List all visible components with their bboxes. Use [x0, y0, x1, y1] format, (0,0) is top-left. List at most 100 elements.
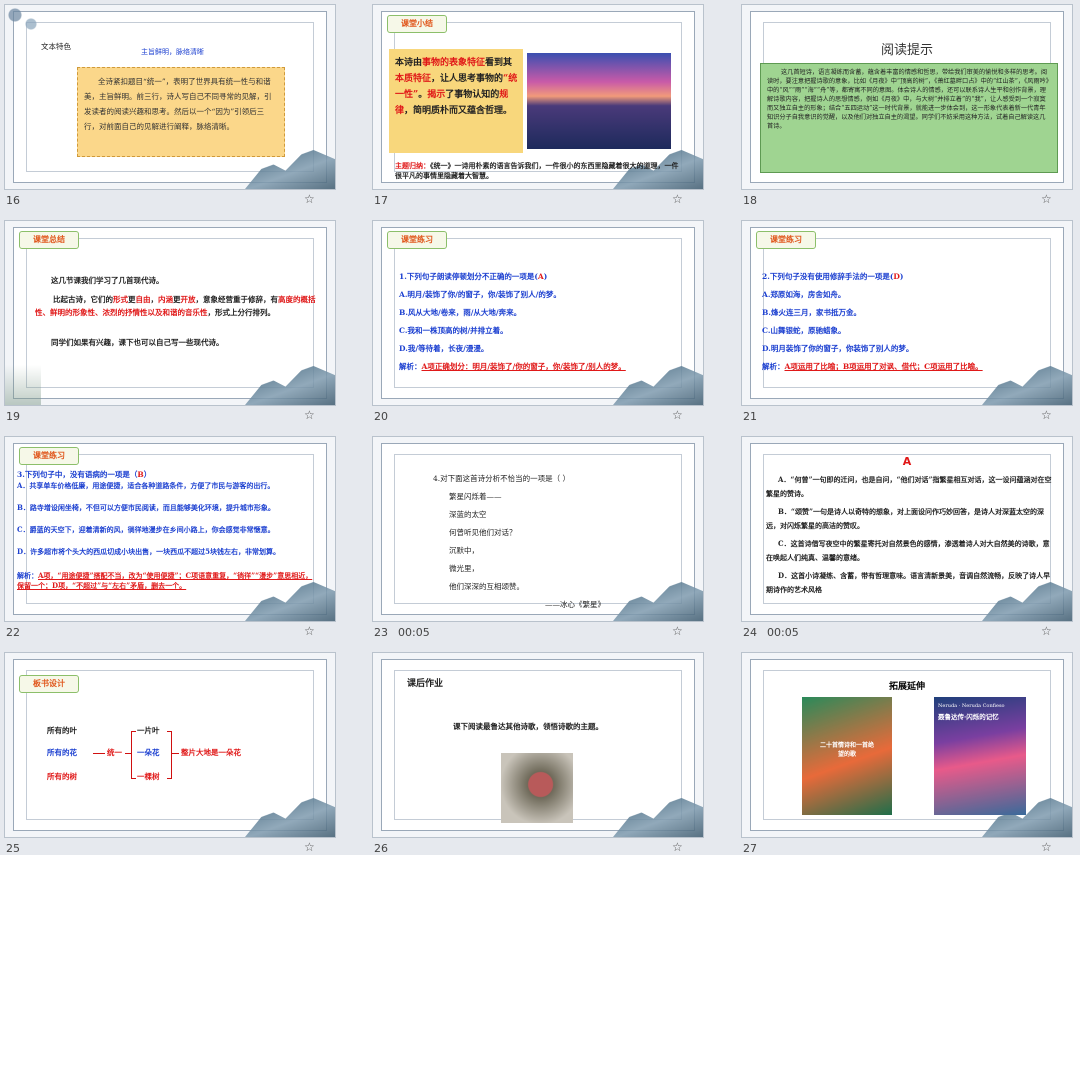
- question: 4.对下面这首诗分析不恰当的一项是（ ）: [433, 474, 571, 483]
- book-cover-2: Neruda · Neruda Confieso 聂鲁达传·闪烁的记忆: [934, 697, 1026, 815]
- slide-cell-16: 文本特色 主旨鲜明，脉络清晰 全诗紧扣题目“统一”，表明了世界具有统一性与和谐美…: [0, 0, 336, 210]
- board-right-item: 一片叶: [137, 726, 160, 735]
- text-part: ，形式上分行排列。: [207, 308, 276, 317]
- star-icon[interactable]: ☆: [1041, 408, 1052, 422]
- slide-number: 20: [374, 410, 388, 423]
- slide-thumbnail-16[interactable]: 文本特色 主旨鲜明，脉络清晰 全诗紧扣题目“统一”，表明了世界具有统一性与和谐美…: [4, 4, 336, 190]
- slide-thumbnail-19[interactable]: 课堂总结 这几节课我们学习了几首现代诗。 比起古诗，它们的形式更自由，内涵更开放…: [4, 220, 336, 406]
- star-icon[interactable]: ☆: [672, 624, 683, 638]
- poem-line: 他们深深的互相颂赞。: [449, 582, 524, 591]
- text-part: ，意象经营重于修辞，有: [195, 295, 279, 304]
- slide-thumbnail-27[interactable]: 拓展延伸 二十首情诗和一首绝望的歌 Neruda · Neruda Confie…: [741, 652, 1073, 838]
- bracket: [131, 731, 136, 779]
- star-icon[interactable]: ☆: [304, 840, 315, 854]
- option: B．路寺增设闲坐椅，不但可以方便市民阅读，而且能够美化环境，提升城市形象。: [17, 503, 275, 512]
- poem-line: 沉默中，: [449, 546, 479, 555]
- bracket: [167, 731, 172, 779]
- poem-author: ——冰心《繁星》: [545, 600, 605, 609]
- slide-cell-20: 课堂练习 1.下列句子朗读停顿划分不正确的一项是(A) A.明月/装饰了你/的窗…: [368, 216, 704, 426]
- summary-part: 了事物认知的: [445, 90, 500, 100]
- slide-thumbnail-24[interactable]: A A．“何曾”一句即的迁问，也是自问，“他们对话”指繁星相互对话，这一设问蕴涵…: [741, 436, 1073, 622]
- theme-body: 《统一》一诗用朴素的语言告诉我们，一件很小的东西里隐藏着很大的道理，一件很平凡的…: [395, 161, 679, 180]
- slide-subtitle: 主旨鲜明，脉络清晰: [141, 48, 204, 56]
- summary-highlight: 本质特征: [395, 74, 432, 84]
- book-title: 二十首情诗和一首绝望的歌: [820, 742, 875, 758]
- question-text: 3.下列句子中，没有语病的一项是（: [17, 470, 138, 479]
- analysis-text: A项正确划分：明月/装饰了/你的窗子，你/装饰了/别人的梦。: [421, 362, 626, 371]
- answer: A: [902, 455, 912, 468]
- slide-number: 19: [6, 410, 20, 423]
- question-text: 1.下列句子朗读停顿划分不正确的一项是(: [399, 272, 538, 281]
- slide-number: 17: [374, 194, 388, 207]
- section-tag: 课堂小结: [387, 15, 447, 33]
- star-icon[interactable]: ☆: [1041, 624, 1052, 638]
- slide-number: 24: [743, 626, 757, 639]
- text-part: 更: [173, 295, 181, 304]
- option: D.明月装饰了你的窗子，你装饰了别人的梦。: [762, 344, 914, 353]
- slide-title: 课后作业: [407, 679, 444, 689]
- star-icon[interactable]: ☆: [304, 408, 315, 422]
- slide-frame: [381, 443, 695, 615]
- homework-text: 课下阅读最鲁达其他诗歌，领悟诗歌的主题。: [453, 722, 603, 731]
- slide-thumbnail-20[interactable]: 课堂练习 1.下列句子朗读停顿划分不正确的一项是(A) A.明月/装饰了你/的窗…: [372, 220, 704, 406]
- analysis: 解析：A项正确划分：明月/装饰了/你的窗子，你/装饰了/别人的梦。: [399, 361, 626, 372]
- slide-number: 25: [6, 842, 20, 855]
- analysis: 解析：A项运用了比喻；B项运用了对讽、借代；C项运用了比喻。: [762, 361, 983, 372]
- question-end: ): [543, 272, 548, 281]
- book-author: Neruda · Neruda Confieso: [938, 703, 1005, 709]
- bamboo-decoration: [5, 365, 41, 405]
- slide-cell-17: 课堂小结 本诗由事物的表象特征看到其本质特征，让人思考事物的“统一性”。揭示了事…: [368, 0, 704, 210]
- star-icon[interactable]: ☆: [672, 840, 683, 854]
- section-tag: 课堂练习: [19, 447, 79, 465]
- connector-line: [93, 753, 105, 754]
- board-right-item: 一棵树: [137, 772, 160, 781]
- slide-number: 26: [374, 842, 388, 855]
- book-title: 聂鲁达传·闪烁的记忆: [938, 713, 999, 721]
- slide-thumbnail-18[interactable]: 阅读提示 这几首短诗，语言凝练而含蓄，蕴含着丰富的情感和哲思，带给我们审美的愉悦…: [741, 4, 1073, 190]
- star-icon[interactable]: ☆: [304, 624, 315, 638]
- board-left-item: 所有的花: [47, 748, 77, 757]
- text-highlight: 形式: [113, 295, 128, 304]
- paragraph: 同学们如果有兴趣，课下也可以自己写一些现代诗。: [51, 338, 224, 347]
- star-icon[interactable]: ☆: [1041, 840, 1052, 854]
- paragraph: 这几节课我们学习了几首现代诗。: [51, 276, 164, 285]
- poem-line: 深蓝的太空: [449, 510, 487, 519]
- star-icon[interactable]: ☆: [672, 408, 683, 422]
- text-highlight: 开放: [180, 295, 196, 304]
- board-left-item: 所有的叶: [47, 726, 77, 735]
- slide-thumbnail-25[interactable]: 板书设计 所有的叶 所有的花 所有的树 统一 一片叶 一朵花 一棵树 整片大地是…: [4, 652, 336, 838]
- slide-thumbnail-23[interactable]: 4.对下面这首诗分析不恰当的一项是（ ） 繁星闪烁着—— 深蓝的太空 何曾听见他…: [372, 436, 704, 622]
- analysis-label: 解析：: [762, 362, 785, 371]
- analysis-text: A项，“用途便捷”搭配不当，改为“使用便捷”；C项语意重复，“徜徉”“漫步”意思…: [17, 571, 313, 590]
- slide-thumbnail-21[interactable]: 课堂练习 2.下列句子没有使用修辞手法的一项是(D) A.郑原如海，房舍如舟。 …: [741, 220, 1073, 406]
- option: D.我/等待着，长夜/漫漫。: [399, 344, 489, 353]
- tips-text: 这几首短诗，语言凝练而含蓄，蕴含着丰富的情感和哲思，带给我们审美的愉悦和多样的思…: [767, 69, 1049, 130]
- slide-cell-27: 拓展延伸 二十首情诗和一首绝望的歌 Neruda · Neruda Confie…: [737, 648, 1073, 858]
- board-center: 统一: [107, 748, 122, 757]
- poem-line: 繁星闪烁着——: [449, 492, 502, 501]
- tips-box: 这几首短诗，语言凝练而含蓄，蕴含着丰富的情感和哲思，带给我们审美的愉悦和多样的思…: [760, 63, 1058, 173]
- star-icon[interactable]: ☆: [672, 192, 683, 206]
- star-icon[interactable]: ☆: [304, 192, 315, 206]
- text-highlight: 自由: [135, 295, 151, 304]
- option: B.烽火连三月，家书抵万金。: [762, 308, 861, 317]
- poem-line: 何曾听见他们对话？: [449, 528, 517, 537]
- slide-cell-19: 课堂总结 这几节课我们学习了几首现代诗。 比起古诗，它们的形式更自由，内涵更开放…: [0, 216, 336, 426]
- slide-thumbnail-22[interactable]: 课堂练习 3.下列句子中，没有语病的一项是（B） A．共享单车价格低廉，用途便捷…: [4, 436, 336, 622]
- slide-sorter: 文本特色 主旨鲜明，脉络清晰 全诗紧扣题目“统一”，表明了世界具有统一性与和谐美…: [0, 0, 1080, 855]
- slide-cell-21: 课堂练习 2.下列句子没有使用修辞手法的一项是(D) A.郑原如海，房舍如舟。 …: [737, 216, 1073, 426]
- slide-cell-23: 4.对下面这首诗分析不恰当的一项是（ ） 繁星闪烁着—— 深蓝的太空 何曾听见他…: [368, 432, 704, 642]
- star-icon[interactable]: ☆: [1041, 192, 1052, 206]
- question-text: 2.下列句子没有使用修辞手法的一项是(: [762, 272, 894, 281]
- question-end: ）: [143, 470, 152, 479]
- slide-thumbnail-17[interactable]: 课堂小结 本诗由事物的表象特征看到其本质特征，让人思考事物的“统一性”。揭示了事…: [372, 4, 704, 190]
- section-tag: 课堂练习: [387, 231, 447, 249]
- analysis-label: 解析：: [17, 571, 38, 580]
- slide-number: 21: [743, 410, 757, 423]
- option: C.山舞银蛇，原驰蜡象。: [762, 326, 846, 335]
- slide-cell-22: 课堂练习 3.下列句子中，没有语病的一项是（B） A．共享单车价格低廉，用途便捷…: [0, 432, 336, 642]
- slide-thumbnail-26[interactable]: 课后作业 课下阅读最鲁达其他诗歌，领悟诗歌的主题。: [372, 652, 704, 838]
- option: A．共享单车价格低廉，用途便捷，适合各种道路条件，方便了市民与游客的出行。: [17, 481, 275, 490]
- question: 1.下列句子朗读停顿划分不正确的一项是(A): [399, 271, 547, 282]
- book-cover-1: 二十首情诗和一首绝望的歌: [802, 697, 892, 815]
